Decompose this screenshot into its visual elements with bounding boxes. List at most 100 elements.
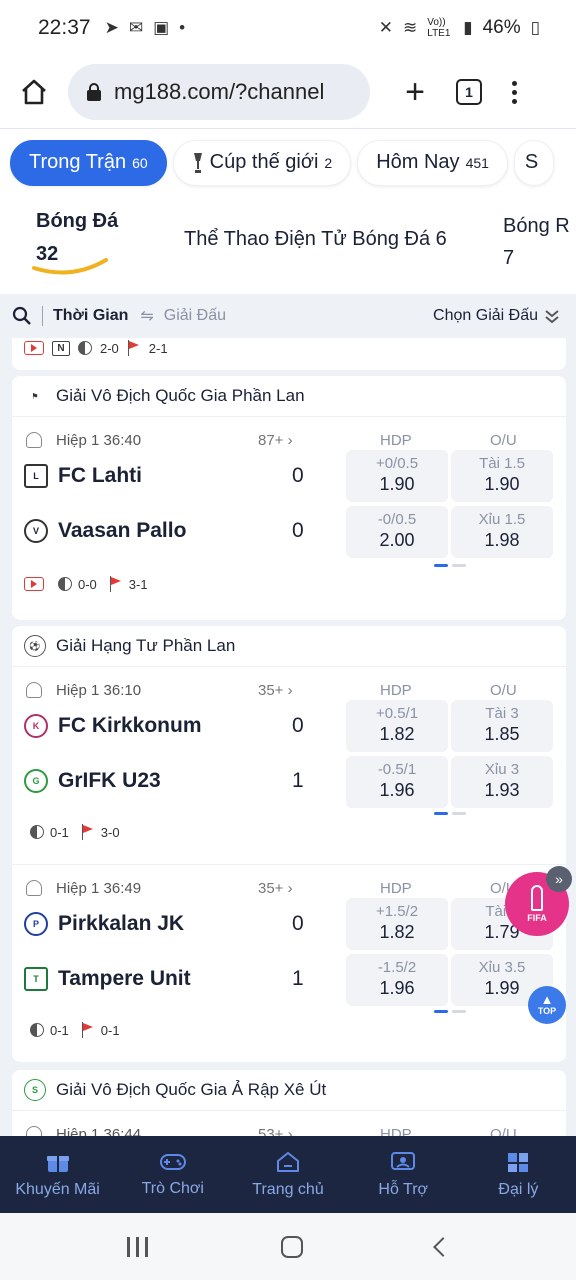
lock-icon (87, 83, 101, 101)
neutral-badge: N (52, 340, 70, 356)
more-markets[interactable]: 35+ › (258, 880, 293, 897)
league-card: ⚑ Giải Vô Địch Quốc Gia Phần Lan Hiệp 1 … (12, 376, 566, 620)
bottom-navigation: Khuyến Mãi Trò Chơi Trang chủ Hỗ Trợ Đại… (0, 1136, 576, 1213)
away-team: G GrIFK U23 1 (24, 761, 344, 801)
tab-in-play[interactable]: Trong Trận 60 (10, 139, 167, 186)
tab-more[interactable]: S (513, 139, 554, 186)
sport-next[interactable]: Bóng R 7 (503, 210, 570, 274)
match-clock: Hiệp 1 36:10 (56, 682, 142, 699)
ou-header: O/U (490, 682, 517, 699)
address-bar[interactable]: mg188.com/?channel (68, 64, 370, 120)
team-logo-icon: K (24, 714, 48, 738)
signal-icon: ▮ (463, 18, 473, 37)
half-time-icon (78, 341, 92, 355)
away-team: V Vaasan Pallo 0 (24, 511, 344, 551)
league-header[interactable]: S Giải Vô Địch Quốc Gia Ả Rập Xê Út (24, 1070, 566, 1110)
sport-esports-football[interactable]: Thể Thao Điện Tử Bóng Đá 6 (184, 228, 447, 251)
nav-support[interactable]: Hỗ Trợ (346, 1136, 461, 1213)
odds-hdp-away[interactable]: -0/0.5 2.00 (346, 506, 448, 558)
browser-toolbar: mg188.com/?channel + 1 (0, 56, 576, 128)
home-icon (277, 1151, 299, 1172)
match-clock: Hiệp 1 36:40 (56, 432, 142, 449)
hdp-header: HDP (380, 682, 412, 699)
chevron-double-down-icon (545, 310, 559, 324)
recent-apps-button[interactable] (126, 1236, 148, 1257)
bell-icon[interactable] (26, 1126, 42, 1136)
sort-by-league[interactable]: Giải Đấu (164, 307, 226, 325)
sport-selector: Bóng Đá 32 Thể Thao Điện Tử Bóng Đá 6 Bó… (0, 196, 576, 294)
collapse-floating-button[interactable]: » (546, 866, 572, 892)
odds-over[interactable]: Tài 1.5 1.90 (451, 450, 553, 502)
half-time-icon (58, 577, 72, 591)
half-time-score: 0-1 (50, 1022, 69, 1038)
trophy-icon (193, 152, 202, 173)
live-video-icon[interactable] (24, 341, 44, 355)
hdp-header: HDP (380, 1126, 412, 1136)
volte-label: Vo)) LTE1 (427, 17, 451, 39)
battery-percent: 46% (482, 17, 521, 38)
away-team: T Tampere Unit 1 (24, 959, 344, 999)
odds-hdp-home[interactable]: +0.5/1 1.82 (346, 700, 448, 752)
back-button[interactable] (432, 1236, 453, 1257)
gamepad-icon (159, 1153, 186, 1170)
telegram-icon: ➤ (104, 18, 119, 37)
swap-icon[interactable]: ⇋ (140, 306, 153, 326)
away-score: 0 (292, 519, 304, 542)
more-markets[interactable]: 53+ › (258, 1126, 293, 1136)
league-header[interactable]: ⚑ Giải Vô Địch Quốc Gia Phần Lan (24, 376, 566, 416)
tab-today[interactable]: Hôm Nay 451 (357, 139, 508, 186)
agent-icon (508, 1152, 529, 1172)
browser-menu-button[interactable] (512, 80, 517, 104)
bell-icon[interactable] (26, 880, 42, 896)
corner-flag-icon (81, 1022, 95, 1038)
odds-over[interactable]: Tài 3 1.85 (451, 700, 553, 752)
sort-by-time[interactable]: Thời Gian (53, 307, 128, 325)
corner-count: 3-0 (100, 824, 120, 840)
team-logo-icon: L (24, 464, 48, 488)
new-tab-button[interactable]: + (400, 73, 430, 112)
odds-pager (434, 564, 466, 567)
odds-under[interactable]: Xỉu 1.5 1.98 (451, 506, 553, 558)
odds-hdp-away[interactable]: -0.5/1 1.96 (346, 756, 448, 808)
support-icon (391, 1151, 416, 1170)
tab-switcher-button[interactable]: 1 (456, 79, 482, 105)
corner-count: 2-1 (148, 340, 168, 356)
hdp-header: HDP (380, 432, 412, 449)
half-time-score: 2-0 (100, 340, 119, 356)
nav-games[interactable]: Trò Chơi (115, 1136, 230, 1213)
odds-under[interactable]: Xỉu 3 1.93 (451, 756, 553, 808)
league-header[interactable]: ⚽ Giải Hạng Tư Phần Lan (24, 626, 566, 666)
browser-home-button[interactable] (14, 72, 54, 112)
system-home-button[interactable] (280, 1235, 303, 1258)
search-icon[interactable] (12, 306, 32, 326)
mute-icon: ✕ (378, 18, 393, 37)
choose-league-button[interactable]: Chọn Giải Đấu (433, 307, 560, 325)
odds-pager (434, 812, 466, 815)
scroll-to-top-button[interactable]: ▲ TOP (528, 986, 566, 1024)
match-clock: Hiệp 1 36:49 (56, 880, 142, 897)
league-logo-icon: S (24, 1079, 46, 1101)
more-markets[interactable]: 35+ › (258, 682, 293, 699)
nav-promotions[interactable]: Khuyến Mãi (0, 1136, 115, 1213)
corner-flag-icon (81, 824, 95, 840)
odds-hdp-home[interactable]: +1.5/2 1.82 (346, 898, 448, 950)
odds-hdp-away[interactable]: -1.5/2 1.96 (346, 954, 448, 1006)
status-bar: 22:37 ➤ ✉ ▣ • ✕ ≋ Vo)) LTE1 ▮ 46% ▯ (0, 0, 576, 56)
nav-home[interactable]: Trang chủ (230, 1136, 345, 1213)
live-video-icon[interactable] (24, 577, 44, 591)
home-team: K FC Kirkkonum 0 (24, 706, 344, 746)
bell-icon[interactable] (26, 432, 42, 448)
more-markets[interactable]: 87+ › (258, 432, 293, 449)
odds-hdp-home[interactable]: +0/0.5 1.90 (346, 450, 448, 502)
bell-icon[interactable] (26, 682, 42, 698)
team-logo-icon: T (24, 967, 48, 991)
team-logo-icon: P (24, 912, 48, 936)
league-card: S Giải Vô Địch Quốc Gia Ả Rập Xê Út Hiệp… (12, 1070, 566, 1136)
nav-agent[interactable]: Đại lý (461, 1136, 576, 1213)
status-time: 22:37 (38, 16, 91, 39)
home-team: P Pirkkalan JK 0 (24, 904, 344, 944)
filter-bar: Thời Gian ⇋ Giải Đấu Chọn Giải Đấu (0, 294, 576, 338)
half-time-icon (30, 1023, 44, 1037)
tab-world-cup[interactable]: Cúp thế giới 2 (172, 139, 352, 186)
team-logo-icon: V (24, 519, 48, 543)
